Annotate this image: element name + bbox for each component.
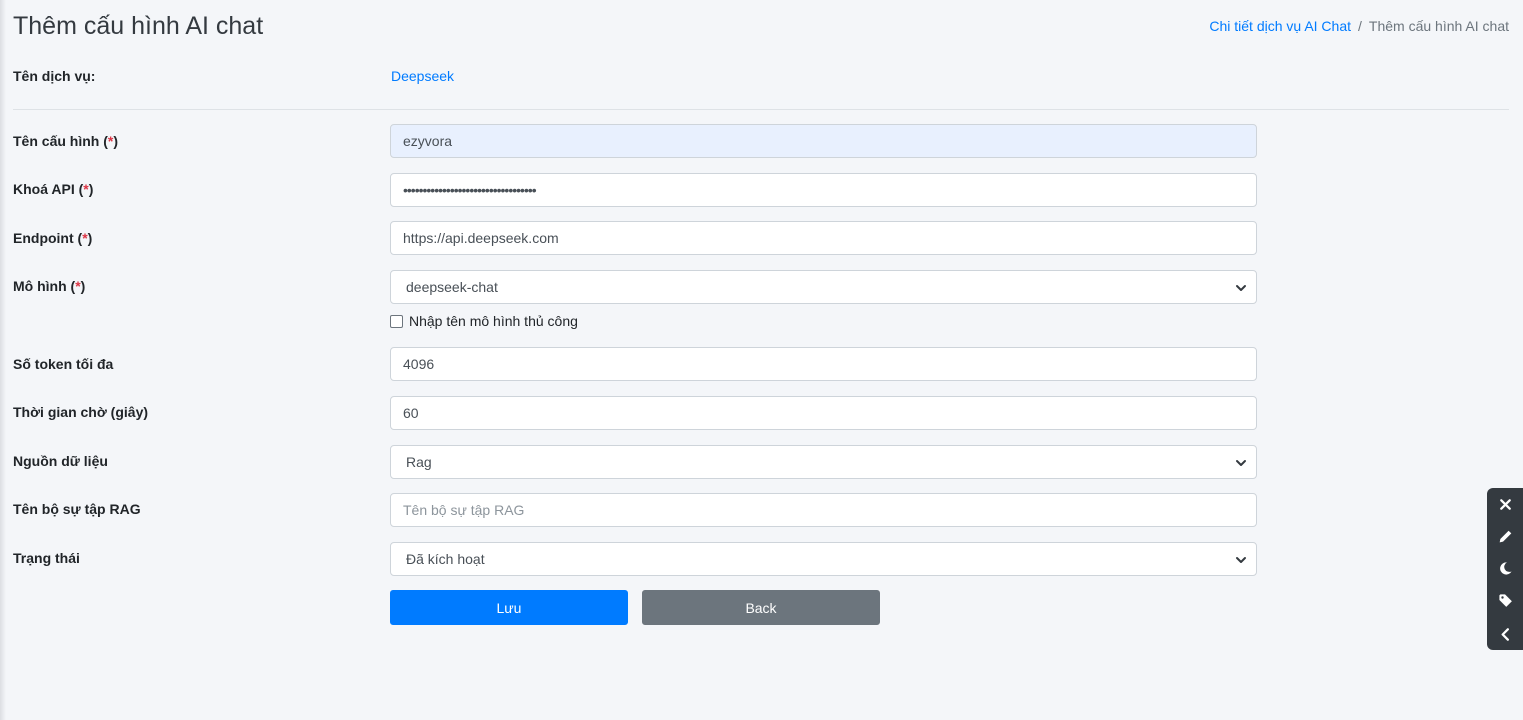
max-tokens-input[interactable]	[390, 347, 1257, 381]
save-button[interactable]: Lưu	[390, 590, 628, 625]
chevron-down-icon	[1236, 285, 1246, 291]
chevron-down-icon	[1236, 557, 1246, 563]
status-selected-value: Đã kích hoạt	[406, 551, 485, 567]
moon-icon	[1499, 561, 1512, 575]
toolbar-dark-mode-button[interactable]	[1487, 552, 1523, 584]
rag-collection-label: Tên bộ sự tập RAG	[13, 501, 141, 517]
floating-toolbar	[1487, 488, 1523, 650]
page-title: Thêm cấu hình AI chat	[13, 12, 264, 40]
service-value: Deepseek	[391, 68, 455, 84]
back-button[interactable]: Back	[642, 590, 880, 625]
max-tokens-label: Số token tối đa	[13, 356, 114, 372]
toolbar-tag-button[interactable]	[1487, 584, 1523, 616]
status-select[interactable]: Đã kích hoạt	[390, 542, 1257, 576]
divider	[13, 109, 1509, 110]
api-key-label: Khoá API (*)	[13, 181, 94, 197]
model-selected-value: deepseek-chat	[406, 279, 498, 295]
timeout-label: Thời gian chờ (giây)	[13, 404, 149, 420]
api-key-label-text: Khoá API	[13, 181, 75, 197]
sidebar-edge-shadow	[0, 0, 6, 720]
chevron-left-icon	[1501, 627, 1509, 641]
required-mark: *	[82, 230, 88, 246]
rag-collection-input[interactable]	[390, 493, 1257, 527]
close-icon	[1499, 498, 1511, 510]
config-name-label-text: Tên cấu hình	[13, 133, 100, 149]
required-mark: *	[83, 181, 89, 197]
api-key-input[interactable]	[390, 173, 1257, 207]
manual-model-option: Nhập tên mô hình thủ công	[390, 313, 578, 329]
endpoint-input[interactable]	[390, 221, 1257, 255]
endpoint-label-text: Endpoint	[13, 230, 74, 246]
required-mark: *	[75, 278, 81, 294]
chevron-down-icon	[1236, 460, 1246, 466]
service-label: Tên dịch vụ:	[13, 68, 96, 84]
pencil-icon	[1499, 530, 1511, 542]
breadcrumb-separator: /	[1358, 18, 1362, 34]
toolbar-edit-button[interactable]	[1487, 520, 1523, 552]
data-source-selected-value: Rag	[406, 454, 432, 470]
toolbar-close-button[interactable]	[1487, 488, 1523, 520]
config-name-input[interactable]	[390, 124, 1257, 158]
breadcrumb: Chi tiết dịch vụ AI Chat / Thêm cấu hình A…	[1209, 18, 1509, 34]
toolbar-collapse-button[interactable]	[1487, 618, 1523, 650]
manual-model-checkbox[interactable]	[390, 314, 403, 328]
model-label: Mô hình (*)	[13, 278, 86, 294]
tag-icon	[1498, 593, 1512, 607]
config-name-label: Tên cấu hình (*)	[13, 133, 119, 149]
data-source-select[interactable]: Rag	[390, 445, 1257, 479]
endpoint-label: Endpoint (*)	[13, 230, 93, 246]
breadcrumb-link-service-detail[interactable]: Chi tiết dịch vụ AI Chat	[1209, 18, 1351, 34]
breadcrumb-current: Thêm cấu hình AI chat	[1368, 18, 1509, 34]
status-label: Trạng thái	[13, 550, 80, 566]
data-source-label: Nguồn dữ liệu	[13, 453, 108, 469]
manual-model-checkbox-label[interactable]: Nhập tên mô hình thủ công	[409, 313, 578, 329]
required-mark: *	[107, 133, 114, 149]
timeout-input[interactable]	[390, 396, 1257, 430]
model-label-text: Mô hình	[13, 278, 67, 294]
model-select[interactable]: deepseek-chat	[390, 270, 1257, 304]
